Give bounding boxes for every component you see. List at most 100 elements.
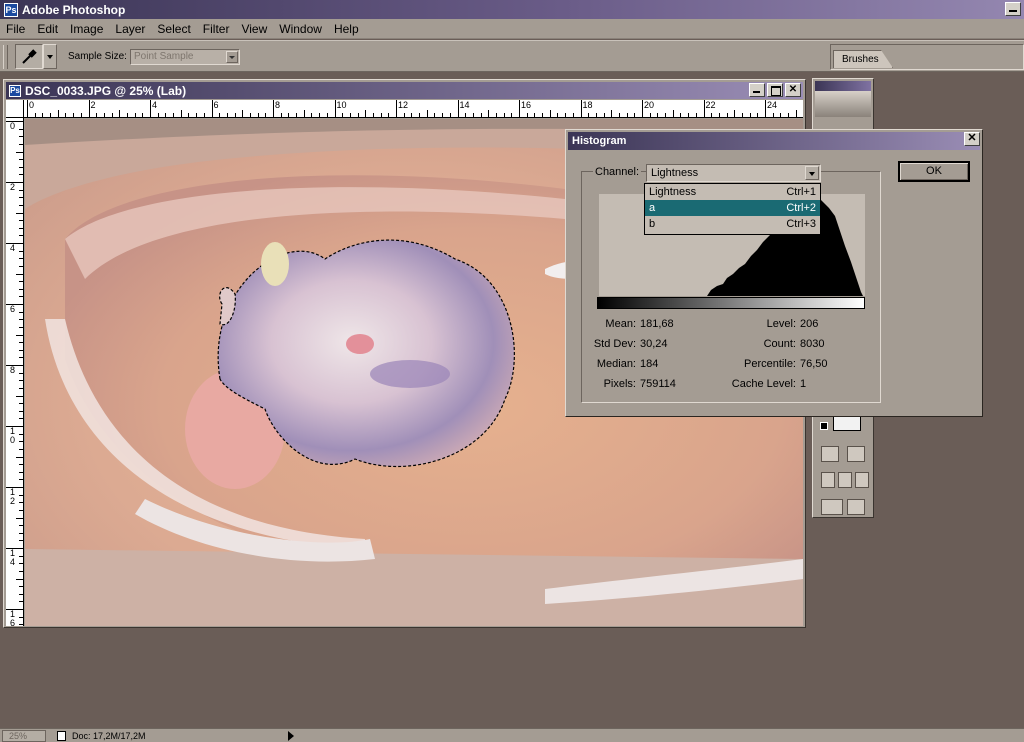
options-grip[interactable] xyxy=(3,45,8,69)
ruler-tick xyxy=(19,601,23,603)
ruler-tick xyxy=(734,110,736,117)
close-dialog-button[interactable]: ✕ xyxy=(964,132,980,146)
option-label: b xyxy=(649,218,656,230)
screen-mode-full-menu-icon[interactable] xyxy=(838,472,852,488)
stat-label: Median: xyxy=(596,358,636,370)
ruler-h-label: 18 xyxy=(582,100,593,110)
document-title-bar[interactable]: Ps DSC_0033.JPG @ 25% (Lab) ✕ xyxy=(6,82,803,99)
ruler-tick xyxy=(19,136,23,138)
ruler-tick xyxy=(19,532,23,534)
minimize-document-button[interactable] xyxy=(749,83,765,97)
background-color-swatch[interactable] xyxy=(833,415,861,431)
channel-option-b[interactable]: b Ctrl+3 xyxy=(645,216,820,232)
histogram-gradient-bar xyxy=(597,297,865,309)
stat-label: Std Dev: xyxy=(593,338,636,350)
ruler-tick xyxy=(741,113,743,117)
menu-select[interactable]: Select xyxy=(151,22,196,36)
channel-option-a[interactable]: a Ctrl+2 xyxy=(645,200,820,216)
ruler-tick xyxy=(288,113,290,117)
menu-help[interactable]: Help xyxy=(328,22,365,36)
ruler-tick xyxy=(19,448,23,450)
ruler-tick xyxy=(16,273,23,275)
ruler-tick xyxy=(19,403,23,405)
stat-label: Cache Level: xyxy=(731,378,796,390)
ruler-tick xyxy=(96,113,98,117)
quick-mask-icon[interactable] xyxy=(847,446,865,462)
status-menu-arrow-icon[interactable] xyxy=(288,731,294,741)
menu-file[interactable]: File xyxy=(0,22,31,36)
ruler-origin[interactable] xyxy=(6,100,24,118)
ruler-tick xyxy=(6,609,23,610)
minimize-app-button[interactable] xyxy=(1005,2,1021,16)
stat-value: 759114 xyxy=(640,378,676,390)
ruler-tick xyxy=(603,113,605,117)
app-title-bar: Ps Adobe Photoshop xyxy=(0,0,1024,19)
ruler-tick xyxy=(396,100,397,117)
option-shortcut: Ctrl+3 xyxy=(786,218,816,230)
channel-select[interactable]: Lightness xyxy=(646,164,821,182)
ruler-tick xyxy=(319,113,321,117)
ruler-tick xyxy=(16,151,23,153)
ruler-v-label: 4 xyxy=(10,243,16,253)
ruler-tick xyxy=(411,113,413,117)
menu-view[interactable]: View xyxy=(235,22,273,36)
screen-mode-standard-icon[interactable] xyxy=(821,472,835,488)
channel-option-lightness[interactable]: Lightness Ctrl+1 xyxy=(645,184,820,200)
ruler-tick xyxy=(19,441,23,443)
ruler-tick xyxy=(19,433,23,435)
horizontal-ruler[interactable]: 0 2 4 6 8 10 12 14 16 18 20 22 24 xyxy=(24,100,803,118)
ruler-tick xyxy=(19,342,23,344)
menu-image[interactable]: Image xyxy=(64,22,109,36)
toolbox-title-bar[interactable] xyxy=(815,81,871,91)
default-colors-icon[interactable] xyxy=(820,422,828,430)
vertical-ruler[interactable]: 0 2 4 6 8 1 0 1 2 1 4 1 6 xyxy=(6,118,24,626)
histogram-title: Histogram xyxy=(572,135,627,147)
ruler-tick xyxy=(16,212,23,214)
menu-filter[interactable]: Filter xyxy=(197,22,236,36)
chevron-down-icon[interactable] xyxy=(805,166,819,180)
sample-size-select[interactable]: Point Sample xyxy=(130,49,240,65)
close-document-button[interactable]: ✕ xyxy=(785,83,801,97)
ruler-tick xyxy=(780,113,782,117)
menu-edit[interactable]: Edit xyxy=(31,22,64,36)
menu-layer[interactable]: Layer xyxy=(109,22,151,36)
tool-preset-dropdown[interactable] xyxy=(43,44,57,69)
ruler-tick xyxy=(403,113,405,117)
ruler-tick xyxy=(580,100,582,117)
ruler-tick xyxy=(495,113,497,117)
menu-window[interactable]: Window xyxy=(273,22,328,36)
ruler-tick xyxy=(19,593,23,595)
standard-mode-icon[interactable] xyxy=(821,446,839,462)
ruler-tick xyxy=(688,113,690,117)
ruler-tick xyxy=(19,197,23,199)
ruler-tick xyxy=(6,548,23,549)
screen-mode-full-icon[interactable] xyxy=(855,472,869,488)
ruler-tick xyxy=(757,113,759,117)
maximize-document-button[interactable] xyxy=(767,83,783,97)
ruler-tick xyxy=(626,113,628,117)
ruler-tick xyxy=(795,110,797,117)
ruler-tick xyxy=(357,113,359,117)
ruler-tick xyxy=(449,113,451,117)
ruler-tick xyxy=(19,288,23,290)
ruler-v-label: 1 2 xyxy=(10,487,16,506)
ruler-tick xyxy=(472,113,474,117)
ruler-tick xyxy=(19,471,23,473)
ruler-tick xyxy=(134,113,136,117)
ruler-h-label: 0 xyxy=(29,100,35,110)
ruler-tick xyxy=(665,113,667,117)
ruler-tick xyxy=(618,113,620,117)
channel-value: Lightness xyxy=(651,167,699,179)
ok-button[interactable]: OK xyxy=(898,161,970,182)
ruler-tick xyxy=(703,100,705,117)
ruler-tick xyxy=(257,113,259,117)
ruler-tick xyxy=(388,113,390,117)
ruler-tick xyxy=(442,113,444,117)
zoom-field[interactable]: 25% xyxy=(2,730,46,742)
ruler-tick xyxy=(242,110,244,117)
imageready-icon[interactable] xyxy=(847,499,865,515)
ruler-tick xyxy=(565,113,567,117)
eyedropper-tool-button[interactable] xyxy=(15,44,43,69)
histogram-title-bar[interactable]: Histogram xyxy=(568,132,980,150)
jump-to-imageready-icon[interactable] xyxy=(821,499,843,515)
